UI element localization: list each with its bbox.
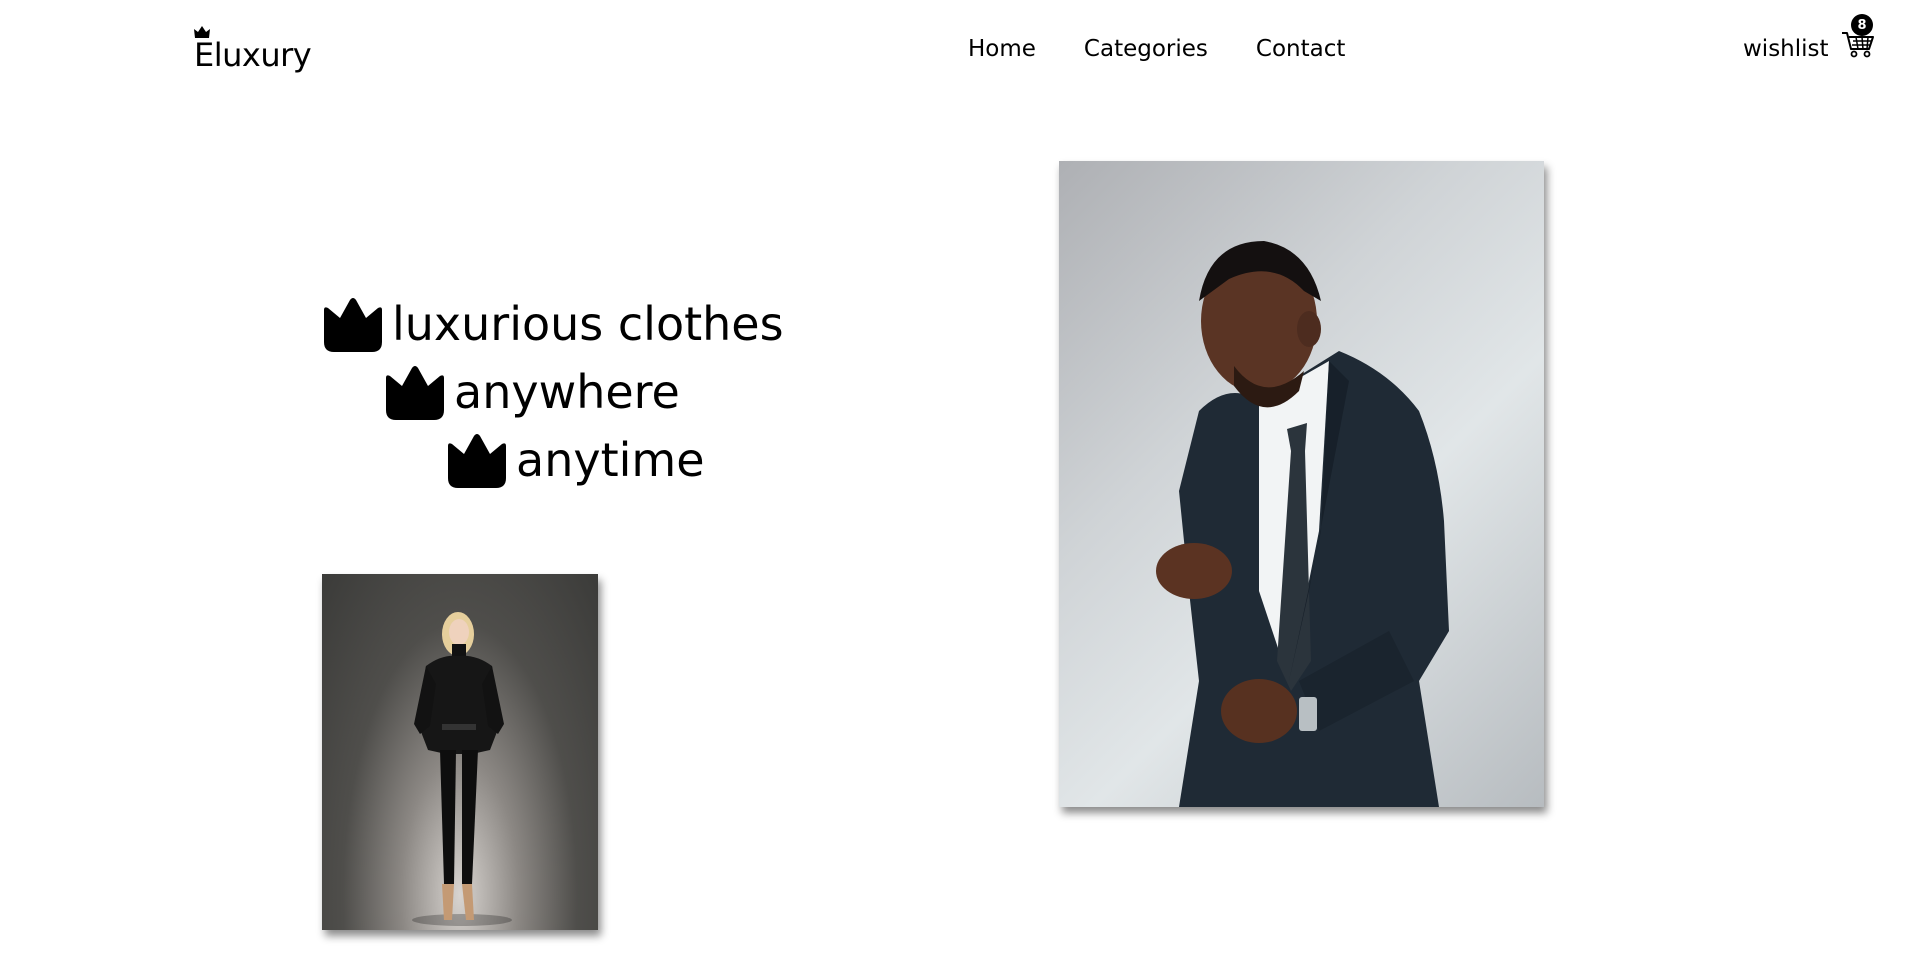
hero-line-2: anywhere — [384, 364, 680, 420]
woman-suit-photo — [322, 574, 598, 930]
main-nav: Home Categories Contact — [968, 36, 1345, 62]
crown-icon — [386, 366, 444, 420]
hero-text-3: anytime — [516, 433, 705, 487]
hero-line-1: luxurious clothes — [322, 296, 784, 352]
man-suit-photo — [1059, 161, 1544, 807]
cart-button[interactable]: 8 — [1841, 14, 1877, 60]
landing-page: Eluxury Home Categories Contact wishlist… — [0, 0, 1918, 956]
hero-line-3: anytime — [446, 432, 705, 488]
cart-count-badge: 8 — [1851, 14, 1873, 36]
crown-icon — [448, 434, 506, 488]
hero-text-2: anywhere — [454, 365, 680, 419]
crown-icon — [324, 298, 382, 352]
brand-name: Eluxury — [194, 36, 312, 74]
hero-text-1: luxurious clothes — [392, 297, 784, 351]
nav-contact[interactable]: Contact — [1256, 36, 1345, 62]
nav-home[interactable]: Home — [968, 36, 1036, 62]
nav-categories[interactable]: Categories — [1084, 36, 1208, 62]
wishlist-link[interactable]: wishlist — [1743, 36, 1829, 62]
